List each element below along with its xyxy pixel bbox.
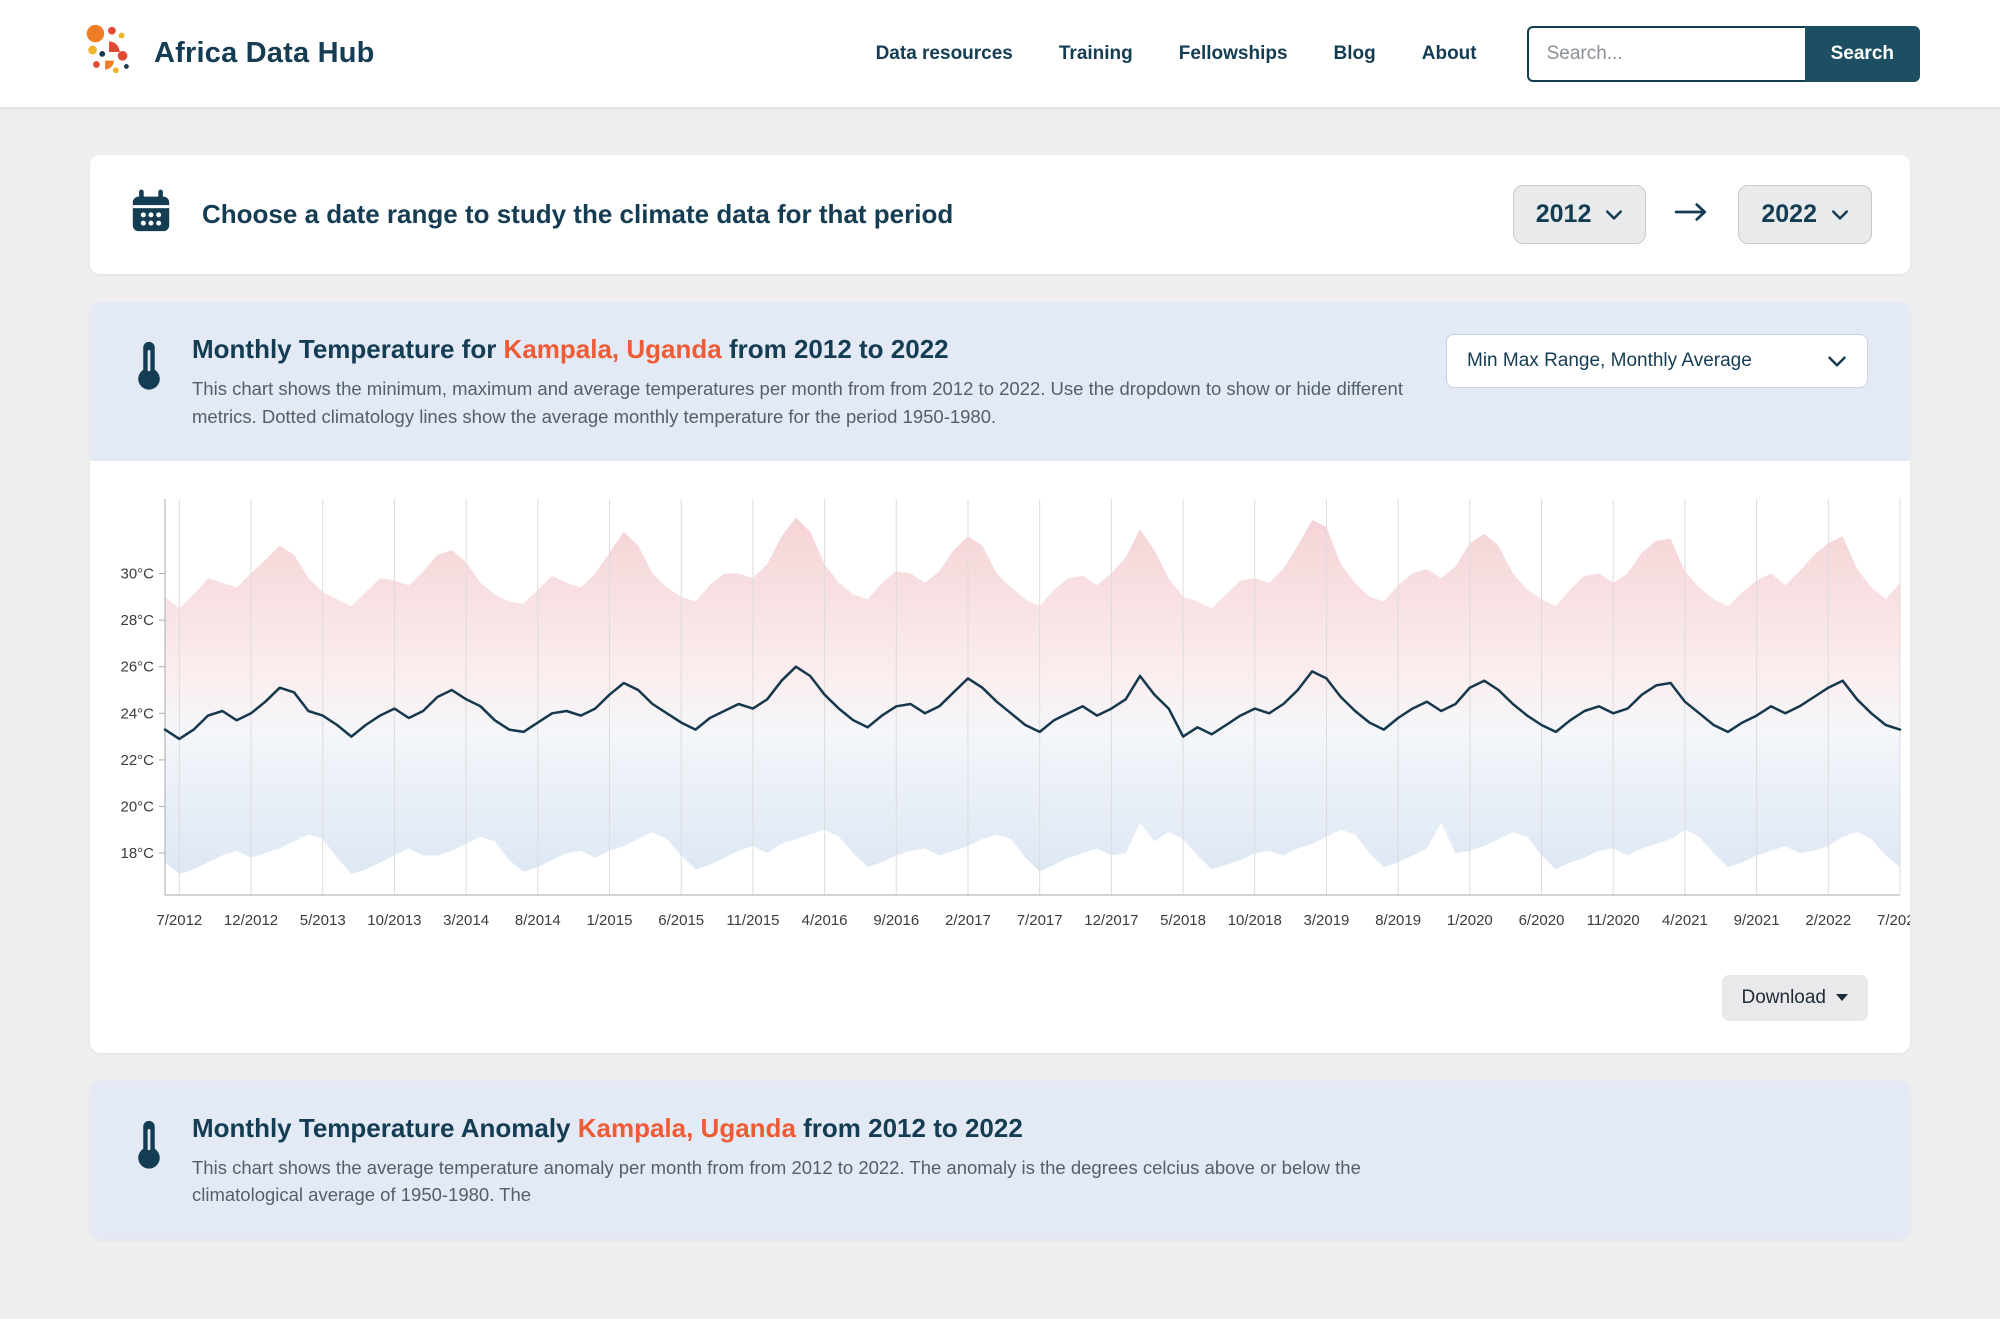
caret-down-icon bbox=[1836, 994, 1848, 1001]
temperature-card-header: Monthly Temperature for Kampala, Uganda … bbox=[90, 302, 1910, 461]
download-button[interactable]: Download bbox=[1722, 975, 1869, 1021]
svg-text:1/2020: 1/2020 bbox=[1447, 912, 1493, 929]
svg-text:11/2015: 11/2015 bbox=[726, 912, 779, 929]
svg-text:10/2013: 10/2013 bbox=[367, 912, 421, 929]
svg-text:26°C: 26°C bbox=[120, 658, 154, 675]
nav-data-resources[interactable]: Data resources bbox=[876, 43, 1013, 65]
chevron-down-icon bbox=[1831, 209, 1849, 221]
svg-text:6/2015: 6/2015 bbox=[658, 912, 704, 929]
temperature-card-text: Monthly Temperature for Kampala, Uganda … bbox=[192, 334, 1407, 431]
svg-text:7/2022: 7/2022 bbox=[1877, 912, 1910, 929]
svg-text:28°C: 28°C bbox=[120, 612, 154, 629]
africa-data-hub-logo bbox=[80, 22, 138, 85]
calendar-icon bbox=[128, 189, 174, 240]
location-highlight: Kampala, Uganda bbox=[578, 1113, 796, 1143]
svg-text:9/2021: 9/2021 bbox=[1734, 912, 1780, 929]
location-highlight: Kampala, Uganda bbox=[504, 334, 722, 364]
svg-text:4/2016: 4/2016 bbox=[802, 912, 848, 929]
main-nav: Data resources Training Fellowships Blog… bbox=[876, 43, 1477, 65]
date-range-title: Choose a date range to study the climate… bbox=[202, 199, 953, 230]
nav-fellowships[interactable]: Fellowships bbox=[1179, 43, 1288, 65]
svg-text:10/2018: 10/2018 bbox=[1228, 912, 1282, 929]
svg-text:7/2017: 7/2017 bbox=[1017, 912, 1063, 929]
date-range-controls: 2012 2022 bbox=[1513, 185, 1872, 244]
svg-text:20°C: 20°C bbox=[120, 798, 154, 815]
temperature-card-footer: Download bbox=[90, 957, 1910, 1053]
end-year-value: 2022 bbox=[1761, 200, 1817, 229]
svg-text:2/2022: 2/2022 bbox=[1805, 912, 1851, 929]
svg-text:5/2018: 5/2018 bbox=[1160, 912, 1206, 929]
brand-name: Africa Data Hub bbox=[154, 37, 375, 70]
brand-link[interactable]: Africa Data Hub bbox=[80, 22, 375, 85]
svg-text:8/2019: 8/2019 bbox=[1375, 912, 1421, 929]
svg-text:24°C: 24°C bbox=[120, 705, 154, 722]
arrow-right-icon bbox=[1674, 201, 1710, 228]
svg-text:12/2012: 12/2012 bbox=[224, 912, 278, 929]
svg-text:11/2020: 11/2020 bbox=[1587, 912, 1640, 929]
svg-text:4/2021: 4/2021 bbox=[1662, 912, 1708, 929]
anomaly-chart-description: This chart shows the average temperature… bbox=[192, 1154, 1407, 1210]
nav-blog[interactable]: Blog bbox=[1334, 43, 1376, 65]
metric-dropdown-value: Min Max Range, Monthly Average bbox=[1467, 350, 1752, 372]
svg-text:5/2013: 5/2013 bbox=[300, 912, 346, 929]
nav-about[interactable]: About bbox=[1422, 43, 1477, 65]
thermometer-icon bbox=[134, 336, 164, 399]
site-header: Africa Data Hub Data resources Training … bbox=[0, 0, 2000, 107]
search-input[interactable] bbox=[1527, 26, 1805, 82]
anomaly-chart-title: Monthly Temperature Anomaly Kampala, Uga… bbox=[192, 1113, 1407, 1144]
svg-text:22°C: 22°C bbox=[120, 751, 154, 768]
svg-text:9/2016: 9/2016 bbox=[873, 912, 919, 929]
svg-text:3/2014: 3/2014 bbox=[443, 912, 489, 929]
svg-text:18°C: 18°C bbox=[120, 845, 154, 862]
svg-text:12/2017: 12/2017 bbox=[1084, 912, 1138, 929]
chart-area: 7/2012 12/2012 5/2013 10/2013 3/2014 8/2014 1/… bbox=[90, 461, 1910, 957]
main-content: Choose a date range to study the climate… bbox=[90, 155, 1910, 1319]
metric-dropdown[interactable]: Min Max Range, Monthly Average bbox=[1446, 334, 1868, 388]
anomaly-chart-card: Monthly Temperature Anomaly Kampala, Uga… bbox=[90, 1081, 1910, 1240]
temperature-chart-title: Monthly Temperature for Kampala, Uganda … bbox=[192, 334, 1407, 365]
nav-training[interactable]: Training bbox=[1059, 43, 1133, 65]
svg-text:2/2017: 2/2017 bbox=[945, 912, 991, 929]
svg-text:6/2020: 6/2020 bbox=[1519, 912, 1565, 929]
chevron-down-icon bbox=[1605, 209, 1623, 221]
svg-text:3/2019: 3/2019 bbox=[1304, 912, 1350, 929]
svg-text:8/2014: 8/2014 bbox=[515, 912, 561, 929]
svg-text:7/2012: 7/2012 bbox=[156, 912, 202, 929]
anomaly-card-header: Monthly Temperature Anomaly Kampala, Uga… bbox=[90, 1081, 1910, 1240]
anomaly-card-text: Monthly Temperature Anomaly Kampala, Uga… bbox=[192, 1113, 1407, 1210]
chevron-down-icon bbox=[1827, 355, 1847, 368]
end-year-dropdown[interactable]: 2022 bbox=[1738, 185, 1872, 244]
thermometer-icon bbox=[134, 1115, 164, 1178]
temperature-chart: 7/2012 12/2012 5/2013 10/2013 3/2014 8/2014 1/… bbox=[90, 487, 1910, 957]
svg-text:30°C: 30°C bbox=[120, 565, 154, 582]
svg-text:1/2015: 1/2015 bbox=[587, 912, 633, 929]
date-range-card: Choose a date range to study the climate… bbox=[90, 155, 1910, 274]
start-year-dropdown[interactable]: 2012 bbox=[1513, 185, 1647, 244]
temperature-chart-description: This chart shows the minimum, maximum an… bbox=[192, 375, 1407, 431]
search-button[interactable]: Search bbox=[1805, 26, 1920, 82]
start-year-value: 2012 bbox=[1536, 200, 1592, 229]
search-box: Search bbox=[1527, 26, 1920, 82]
temperature-chart-card: Monthly Temperature for Kampala, Uganda … bbox=[90, 302, 1910, 1053]
